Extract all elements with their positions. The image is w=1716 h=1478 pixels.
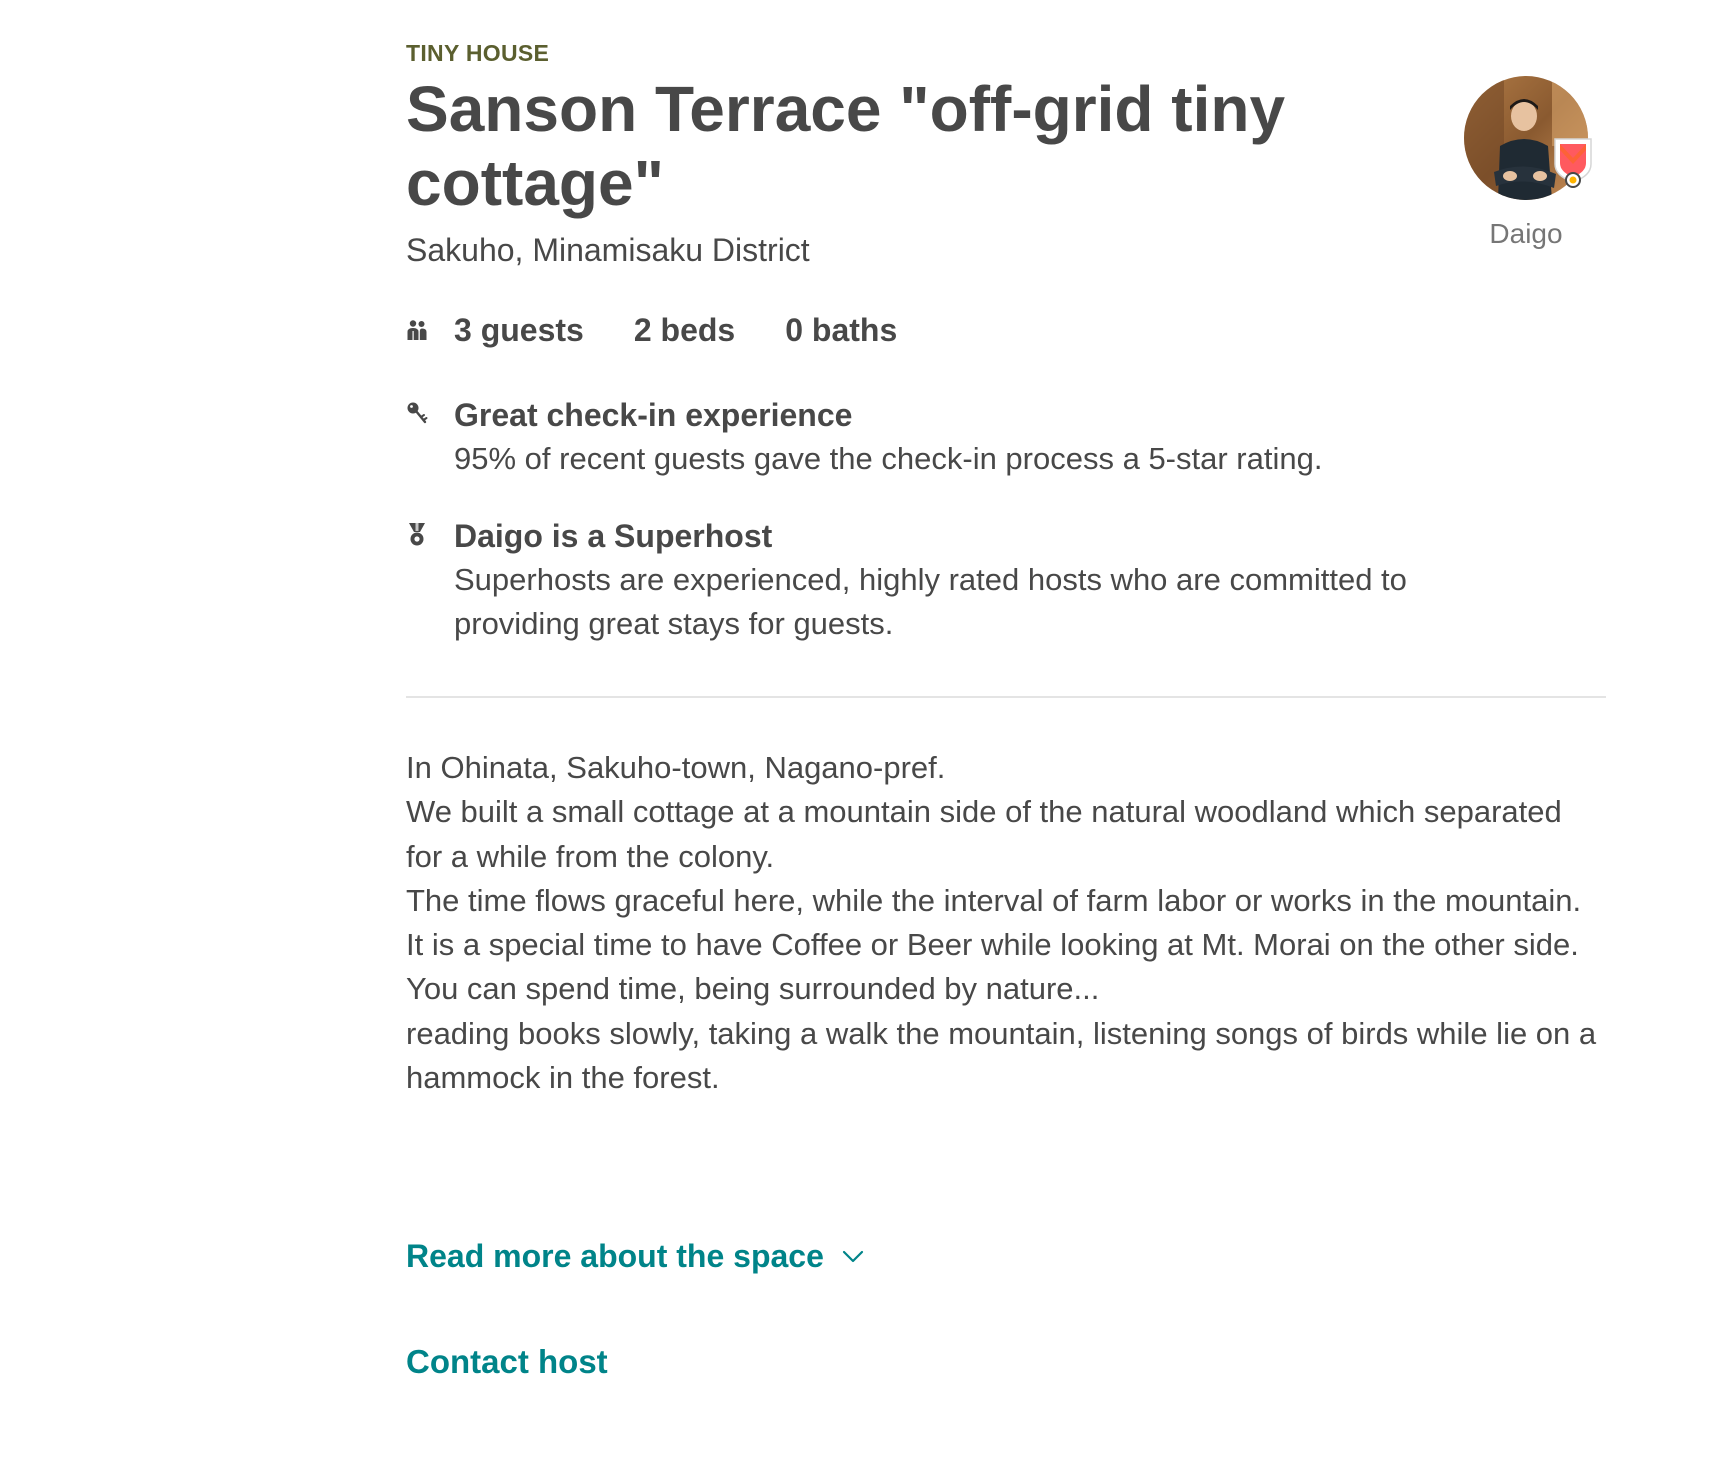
avatar[interactable] bbox=[1464, 76, 1592, 200]
description-line: We built a small cottage at a mountain s… bbox=[406, 794, 1562, 874]
contact-host-link[interactable]: Contact host bbox=[406, 1343, 608, 1381]
host-name[interactable]: Daigo bbox=[1460, 218, 1592, 250]
chevron-down-icon[interactable] bbox=[842, 1250, 864, 1264]
beds-count: 2 beds bbox=[633, 311, 736, 348]
description-line: In Ohinata, Sakuho-town, Nagano-pref. bbox=[406, 750, 946, 785]
highlight-title: Daigo is a Superhost bbox=[454, 518, 773, 554]
description-line: You can spend time, being surrounded by … bbox=[406, 971, 1100, 1007]
highlight-title: Great check-in experience bbox=[454, 397, 853, 433]
guests-count: 3 guests bbox=[454, 311, 584, 348]
listing-location[interactable]: Sakuho, Minamisaku District bbox=[406, 232, 810, 269]
listing-category: TINY HOUSE bbox=[406, 40, 550, 66]
description-line: It is a special time to have Coffee or B… bbox=[406, 927, 1579, 963]
section-divider bbox=[406, 696, 1606, 698]
highlight-description: 95% of recent guests gave the check-in p… bbox=[454, 441, 1323, 476]
page-title: Sanson Terrace "off-grid tiny cottage" bbox=[406, 73, 1286, 219]
medal-icon bbox=[409, 523, 425, 546]
listing-stats: 3 guests 2 beds 0 baths bbox=[406, 310, 947, 350]
guests-icon bbox=[407, 320, 427, 340]
superhost-badge-icon bbox=[1554, 138, 1592, 188]
description-line: The time flows graceful here, while the … bbox=[406, 882, 1582, 918]
listing-description: In Ohinata, Sakuho-town, Nagano-pref. We… bbox=[406, 746, 1606, 1100]
host-profile[interactable]: Daigo bbox=[1460, 76, 1592, 250]
read-more-label[interactable]: Read more about the space bbox=[406, 1238, 824, 1275]
description-line: reading books slowly, taking a walk the … bbox=[406, 1015, 1597, 1096]
read-more-link[interactable]: Read more about the space bbox=[406, 1238, 864, 1275]
highlight-description: Superhosts are experienced, highly rated… bbox=[454, 562, 1407, 641]
baths-count: 0 baths bbox=[785, 311, 898, 348]
key-icon bbox=[407, 402, 428, 424]
